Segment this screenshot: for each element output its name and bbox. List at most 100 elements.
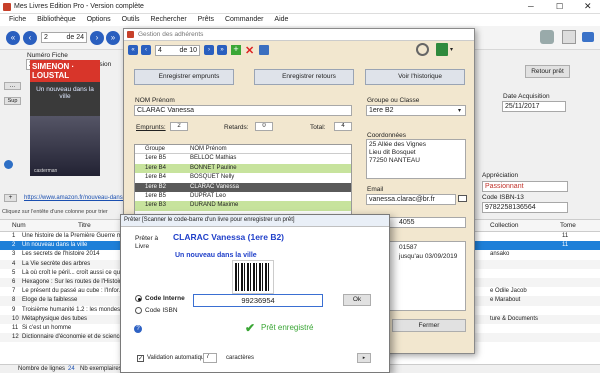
radio-internal-code[interactable] [135,295,142,302]
more-button[interactable]: ▸ [357,353,371,363]
phone-value: 4055 [399,219,415,226]
save-member-icon[interactable] [259,45,269,55]
settings-gear-icon[interactable] [540,30,554,44]
menu-bibliotheque[interactable]: Bibliothèque [37,16,76,23]
isbn-field[interactable]: 9782258136564 [482,202,568,213]
cover-illustration [30,116,100,176]
last-record-icon[interactable]: » [106,31,120,45]
notes-line-3: jusqu'au 03/09/2019 [399,253,458,260]
members-dialog-titlebar: Gestion des adhérents [124,29,474,41]
barcode-input[interactable]: 99236954 [193,294,323,307]
add-link-button[interactable]: + [4,194,17,202]
add-member-icon[interactable]: + [231,45,241,55]
radio-internal-label: Code Interne [145,295,185,302]
sort-hint: Cliquez sur l'entête d'une colonne pour … [2,209,108,215]
globe-icon[interactable] [4,160,13,169]
menu-prets[interactable]: Prêts [198,16,214,23]
menu-outils[interactable]: Outils [122,16,140,23]
cell-tome: 11 [562,242,569,249]
member-row[interactable]: 1ere B3 DURAND Maxime [135,201,351,211]
app-icon [3,3,11,11]
email-field[interactable]: vanessa.clarac@br.fr [366,194,456,205]
search-member-icon[interactable] [416,43,429,56]
mail-icon[interactable] [458,195,467,202]
coord-field[interactable]: 25 Allée des Vignes Lieu dit Bosquet 772… [366,139,466,179]
save-loans-button[interactable]: Enregistrer emprunts [134,69,234,85]
cell-titre: Hexagone : Sur les routes de l'Histoire … [22,278,131,285]
cell-num: 1 [12,233,16,239]
cell-num: 3 [12,251,16,258]
date-label: Date Acquisition [503,93,550,100]
member-row[interactable]: 1ere B5 BELLOC Mathias [135,154,351,163]
col-collection[interactable]: Collection [490,222,519,229]
member-name-field[interactable]: CLARAC Vanessa [134,105,352,116]
window-icon[interactable] [582,32,594,42]
dlg1-first-icon[interactable]: « [128,45,138,55]
col-tome[interactable]: Tome [560,222,576,229]
cell-num: 7 [12,288,16,295]
lend-dialog: Prêter [Scanner le code-barre d'un livre… [120,214,390,373]
help-icon[interactable]: ? [134,325,142,333]
col-num[interactable]: Num [12,222,26,229]
cell-titre: Là où croît le péril... croît aussi ce q… [22,269,132,276]
auto-chars-field[interactable]: 7 [203,353,217,363]
menu-fiche[interactable]: Fiche [9,16,26,23]
prev-record-icon[interactable]: ‹ [23,31,37,45]
group-select[interactable]: 1ere B2 [366,105,466,116]
member-group: 1ere B2 [145,183,167,190]
next-record-icon[interactable]: › [90,31,104,45]
amazon-link[interactable]: https://www.amazon.fr/nouveau-dans-ville… [24,195,137,201]
ellipsis-button[interactable]: ... [4,82,21,90]
lend-dialog-titlebar: Prêter [Scanner le code-barre d'un livre… [121,215,389,227]
cell-num: 11 [12,324,19,331]
save-loans-label: Enregistrer emprunts [158,73,220,80]
view-history-label: Voir l'historique [398,73,442,80]
maximize-icon[interactable]: ☐ [556,2,563,11]
appreciation-select[interactable]: Passionnant [482,181,568,192]
radio-isbn[interactable] [135,307,142,314]
record-index-field[interactable]: 2 de 24 [41,32,87,43]
print-icon[interactable] [562,30,576,44]
minimize-icon[interactable]: ─ [528,2,534,11]
menu-options[interactable]: Options [87,16,111,23]
radio-isbn-label: Code ISBN [145,307,178,314]
export-dropdown-icon[interactable]: ▾ [450,46,453,53]
cell-tome: 11 [562,233,569,239]
total-count: 4 [334,122,352,131]
dlg1-index-field[interactable]: 4 de 10 [155,45,200,56]
ok-button[interactable]: Ok [343,294,371,306]
book-value: Un nouveau dans la ville [175,252,257,259]
dlg1-next-icon[interactable]: › [204,45,214,55]
member-name-label: NOM Prénom [135,97,175,104]
cell-titre: Si c'est un homme [22,324,72,331]
col-nom[interactable]: NOM Prénom [190,146,227,152]
view-history-button[interactable]: Voir l'historique [365,69,465,85]
group-dropdown-icon[interactable]: ▾ [458,107,461,114]
retour-pret-button[interactable]: Retour prêt [525,65,570,78]
dlg1-last-icon[interactable]: » [217,45,227,55]
col-titre[interactable]: Titre [78,222,91,229]
menu-aide[interactable]: Aide [274,16,288,23]
member-row[interactable]: 1ere B5 DUPRAT Leo [135,192,351,201]
first-record-icon[interactable]: « [6,31,20,45]
save-returns-button[interactable]: Enregistrer retours [254,69,354,85]
cover-logo: casterman [34,168,58,174]
date-field[interactable]: 25/11/2017 [502,101,566,112]
menu-rechercher[interactable]: Rechercher [151,16,187,23]
member-row[interactable]: 1ere B4 BOSQUET Nelly [135,173,351,182]
member-row[interactable]: 1ere B4 BONNET Pauline [135,163,351,174]
excel-export-icon[interactable] [436,43,448,56]
save-returns-label: Enregistrer retours [282,73,336,80]
sup-button[interactable]: Sup [4,97,21,105]
dlg1-prev-icon[interactable]: ‹ [141,45,151,55]
lend-dialog-title: Prêter [Scanner le code-barre d'un livre… [124,217,295,223]
lend-to-label: Prêter à [135,235,159,242]
member-row[interactable]: 1ere B2 CLARAC Vanessa [135,182,351,192]
auto-validate-checkbox[interactable]: ✓ [137,355,144,362]
menu-commander[interactable]: Commander [225,16,264,23]
delete-member-icon[interactable]: ✕ [245,44,254,57]
col-groupe[interactable]: Groupe [145,146,165,152]
close-dialog-button[interactable]: Fermer [392,319,466,332]
appreciation-label: Appréciation [482,172,519,179]
close-icon[interactable]: ✕ [584,1,592,12]
